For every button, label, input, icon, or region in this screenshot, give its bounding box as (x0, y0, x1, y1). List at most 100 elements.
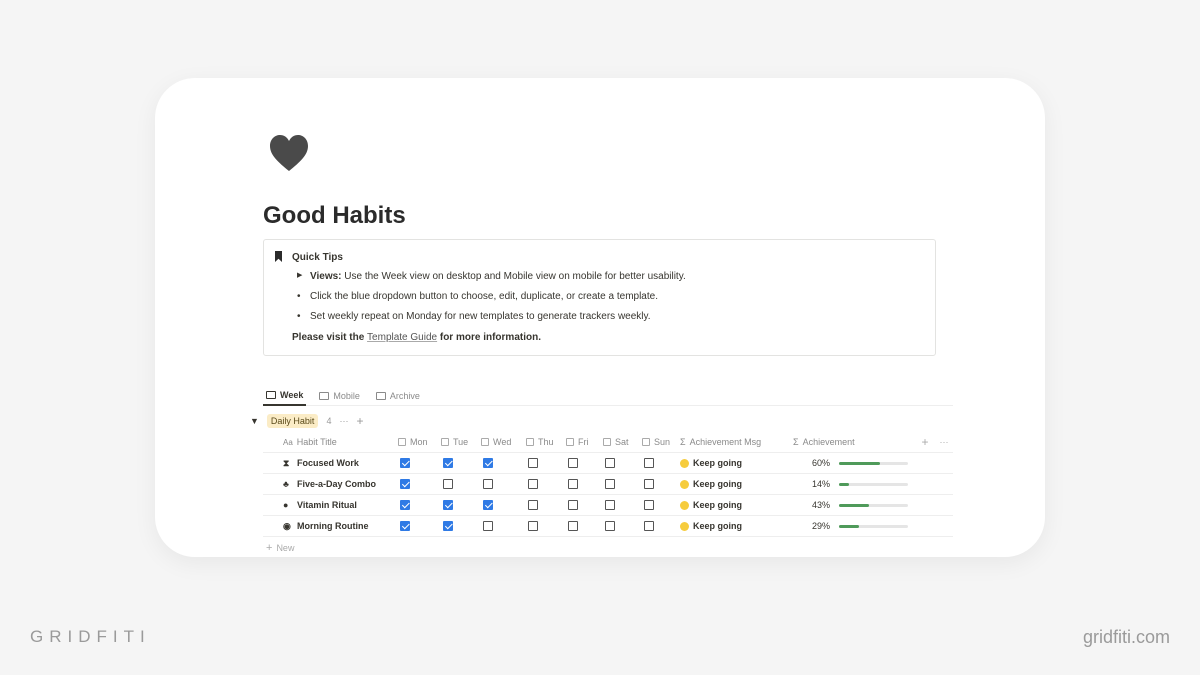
progress-fill (839, 503, 869, 507)
checkbox-property-icon (526, 438, 534, 446)
achievement-cell: 43% (785, 500, 915, 510)
table-row[interactable]: ⧗ Focused Work Keep going 60% (263, 453, 953, 474)
day-checkbox-thu[interactable] (528, 521, 538, 531)
achievement-cell: 14% (785, 479, 915, 489)
day-checkbox-fri[interactable] (568, 521, 578, 531)
day-checkbox-mon[interactable] (400, 458, 410, 468)
achievement-msg-cell: Keep going (677, 500, 785, 510)
group-count: 4 (326, 416, 332, 426)
tab-mobile[interactable]: Mobile (316, 385, 363, 406)
table-row[interactable]: ◉ Morning Routine Keep going 29% (263, 516, 953, 537)
column-header-thu[interactable]: Thu (523, 437, 563, 447)
day-checkbox-tue[interactable] (443, 479, 453, 489)
checkbox-property-icon (566, 438, 574, 446)
plus-icon: + (266, 541, 273, 554)
day-checkbox-wed[interactable] (483, 521, 493, 531)
emoji-face-icon (680, 458, 689, 468)
day-checkbox-sun[interactable] (644, 479, 654, 489)
hourglass-icon: ⧗ (283, 457, 290, 468)
emoji-face-icon (680, 479, 689, 489)
brand-logo-left: GRIDFITI (30, 627, 151, 646)
habit-title-cell[interactable]: ◉ Morning Routine (263, 521, 395, 532)
column-header-title[interactable]: Aa Habit Title (263, 437, 395, 447)
add-icon[interactable]: + (356, 414, 363, 428)
habit-title-cell[interactable]: ⧗ Focused Work (263, 458, 395, 469)
column-header-sat[interactable]: Sat (600, 437, 639, 447)
day-checkbox-sat[interactable] (605, 479, 615, 489)
day-checkbox-sun[interactable] (644, 500, 654, 510)
habit-title-cell[interactable]: ♣ Five-a-Day Combo (263, 479, 395, 489)
tab-archive[interactable]: Archive (373, 385, 423, 406)
more-options-icon[interactable]: ··· (939, 437, 948, 447)
progress-fill (839, 482, 849, 486)
group-header: ▼ Daily Habit 4 ··· + (250, 414, 363, 428)
heart-icon (270, 135, 308, 171)
checkbox-property-icon (441, 438, 449, 446)
day-checkbox-fri[interactable] (568, 500, 578, 510)
day-checkbox-sun[interactable] (644, 521, 654, 531)
cherries-icon: ♣ (283, 479, 289, 489)
column-header-sun[interactable]: Sun (639, 437, 677, 447)
column-header-mon[interactable]: Mon (395, 437, 438, 447)
quick-tips-callout: Quick Tips ▶ Views: Use the Week view on … (263, 239, 936, 356)
progress-fill (839, 461, 881, 465)
day-checkbox-thu[interactable] (528, 458, 538, 468)
formula-icon: Σ (793, 437, 799, 447)
column-header-tue[interactable]: Tue (438, 437, 478, 447)
day-checkbox-tue[interactable] (443, 458, 453, 468)
table-view-icon (375, 391, 386, 400)
tip-item: ▶ Views: Use the Week view on desktop and… (297, 271, 686, 282)
new-row-button[interactable]: + New (263, 537, 953, 558)
day-checkbox-wed[interactable] (483, 500, 493, 510)
achievement-msg-cell: Keep going (677, 458, 785, 468)
day-checkbox-mon[interactable] (400, 500, 410, 510)
day-checkbox-mon[interactable] (400, 521, 410, 531)
day-checkbox-tue[interactable] (443, 500, 453, 510)
day-checkbox-fri[interactable] (568, 479, 578, 489)
day-checkbox-fri[interactable] (568, 458, 578, 468)
day-checkbox-thu[interactable] (528, 500, 538, 510)
collapse-toggle-icon[interactable]: ▼ (250, 416, 259, 426)
template-guide-link[interactable]: Template Guide (367, 332, 437, 343)
drop-icon: ● (283, 500, 289, 510)
emoji-face-icon (680, 500, 689, 510)
table-row[interactable]: ● Vitamin Ritual Keep going 43% (263, 495, 953, 516)
add-column-icon[interactable]: + (921, 435, 928, 449)
table-row[interactable]: ♣ Five-a-Day Combo Keep going 14% (263, 474, 953, 495)
bullet-icon: • (297, 311, 301, 322)
habit-title-cell[interactable]: ● Vitamin Ritual (263, 500, 395, 510)
tip-item: • Set weekly repeat on Monday for new tem… (297, 311, 651, 322)
column-header-achievement-msg[interactable]: Σ Achievement Msg (677, 437, 785, 447)
target-icon: ◉ (283, 520, 291, 531)
more-icon[interactable]: ··· (339, 416, 348, 426)
column-header-achievement[interactable]: Σ Achievement (785, 437, 915, 447)
toggle-icon[interactable]: ▶ (297, 271, 302, 279)
day-checkbox-sat[interactable] (605, 500, 615, 510)
day-checkbox-sun[interactable] (644, 458, 654, 468)
progress-fill (839, 524, 859, 528)
brand-url: gridfiti.com (1082, 627, 1170, 647)
tab-week[interactable]: Week (263, 385, 307, 406)
day-checkbox-wed[interactable] (483, 458, 493, 468)
checkbox-property-icon (603, 438, 611, 446)
achievement-cell: 29% (785, 521, 915, 531)
checkbox-property-icon (481, 438, 489, 446)
group-pill[interactable]: Daily Habit (266, 414, 319, 428)
table-view-icon (266, 390, 276, 399)
callout-title: Quick Tips (292, 252, 343, 263)
day-checkbox-tue[interactable] (443, 521, 453, 531)
tip-item: • Click the blue dropdown button to choos… (297, 291, 658, 302)
page-title: Good Habits (263, 202, 406, 229)
achievement-msg-cell: Keep going (677, 521, 785, 531)
formula-icon: Σ (680, 437, 686, 447)
day-checkbox-sat[interactable] (605, 521, 615, 531)
day-checkbox-wed[interactable] (483, 479, 493, 489)
column-header-wed[interactable]: Wed (478, 437, 523, 447)
day-checkbox-thu[interactable] (528, 479, 538, 489)
day-checkbox-mon[interactable] (400, 479, 410, 489)
column-header-fri[interactable]: Fri (563, 437, 600, 447)
day-checkbox-sat[interactable] (605, 458, 615, 468)
view-tabs: Week Mobile Archive (263, 385, 953, 406)
progress-bar (839, 524, 908, 528)
text-property-icon: Aa (283, 437, 293, 447)
